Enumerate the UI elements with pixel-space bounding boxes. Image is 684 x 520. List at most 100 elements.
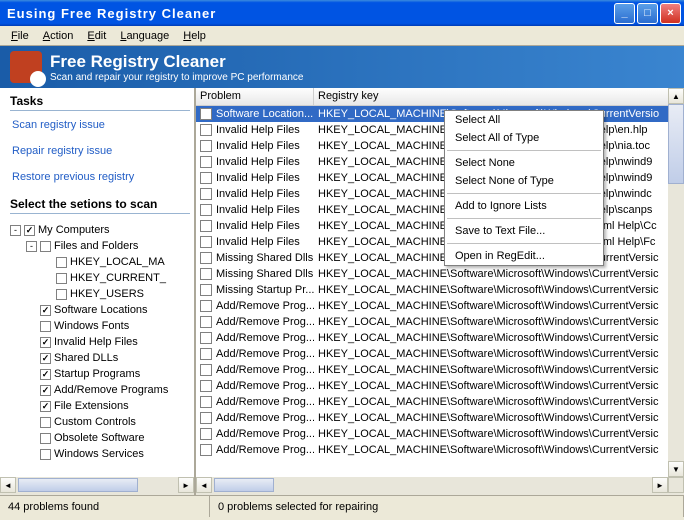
row-checkbox[interactable] [200,332,212,344]
menu-action[interactable]: Action [36,28,81,44]
tree-checkbox[interactable] [40,353,51,364]
list-row[interactable]: Missing Shared DllsHKEY_LOCAL_MACHINE\So… [196,250,684,266]
minimize-button[interactable]: _ [614,3,635,24]
row-checkbox[interactable] [200,348,212,360]
row-checkbox[interactable] [200,204,212,216]
tree-item[interactable]: Windows Fonts [10,318,190,334]
tree-checkbox[interactable] [40,337,51,348]
tree-expander-icon[interactable]: - [10,225,21,236]
maximize-button[interactable]: □ [637,3,658,24]
task-link[interactable]: Restore previous registry [12,171,190,183]
scroll-up-icon[interactable]: ▲ [668,88,684,104]
tree-checkbox[interactable] [40,385,51,396]
horizontal-scrollbar[interactable]: ◄ ► [196,477,684,495]
list-row[interactable]: Missing Startup Pr...HKEY_LOCAL_MACHINE\… [196,282,684,298]
tree-checkbox[interactable] [56,289,67,300]
menu-file[interactable]: File [4,28,36,44]
col-problem[interactable]: Problem [196,88,314,105]
tree-item[interactable]: HKEY_CURRENT_ [10,270,190,286]
list-row[interactable]: Invalid Help FilesHKEY_LOCAL_MACHINE\Sof… [196,154,684,170]
row-checkbox[interactable] [200,252,212,264]
context-menu-item[interactable]: Select All [445,111,603,129]
scroll-left-icon[interactable]: ◄ [0,477,16,493]
row-checkbox[interactable] [200,268,212,280]
list-row[interactable]: Invalid Help FilesHKEY_LOCAL_MACHINE\Sof… [196,138,684,154]
task-link[interactable]: Repair registry issue [12,145,190,157]
tree-checkbox[interactable] [40,241,51,252]
row-checkbox[interactable] [200,428,212,440]
context-menu-item[interactable]: Select None of Type [445,172,603,190]
menu-language[interactable]: Language [113,28,176,44]
tree-item[interactable]: HKEY_USERS [10,286,190,302]
titlebar[interactable]: Eusing Free Registry Cleaner _ □ × [0,0,684,26]
close-button[interactable]: × [660,3,681,24]
tree-expander-icon[interactable]: - [26,241,37,252]
tree-item[interactable]: Software Locations [10,302,190,318]
tree-item[interactable]: File Extensions [10,398,190,414]
row-checkbox[interactable] [200,156,212,168]
list-row[interactable]: Software Location...HKEY_LOCAL_MACHINE\S… [196,106,684,122]
scroll-thumb[interactable] [18,478,138,492]
row-checkbox[interactable] [200,284,212,296]
list-row[interactable]: Invalid Help FilesHKEY_LOCAL_MACHINE\Sof… [196,170,684,186]
row-checkbox[interactable] [200,220,212,232]
tree-checkbox[interactable] [40,305,51,316]
tree-item[interactable]: Add/Remove Programs [10,382,190,398]
context-menu-item[interactable]: Save to Text File... [445,222,603,240]
context-menu-item[interactable]: Add to Ignore Lists [445,197,603,215]
list-row[interactable]: Invalid Help FilesHKEY_LOCAL_MACHINE\Sof… [196,122,684,138]
tree-item[interactable]: Windows Services [10,446,190,462]
scroll-right-icon[interactable]: ► [178,477,194,493]
list-row[interactable]: Add/Remove Prog...HKEY_LOCAL_MACHINE\Sof… [196,426,684,442]
tree-checkbox[interactable] [24,225,35,236]
list-row[interactable]: Invalid Help FilesHKEY_LOCAL_MACHINE\Sof… [196,234,684,250]
list-row[interactable]: Add/Remove Prog...HKEY_LOCAL_MACHINE\Sof… [196,410,684,426]
tree-checkbox[interactable] [40,449,51,460]
row-checkbox[interactable] [200,236,212,248]
list-row[interactable]: Invalid Help FilesHKEY_LOCAL_MACHINE\Sof… [196,202,684,218]
vertical-scrollbar[interactable]: ▲ ▼ [668,88,684,477]
tree-checkbox[interactable] [40,321,51,332]
tree-item[interactable]: Invalid Help Files [10,334,190,350]
tree-item[interactable]: HKEY_LOCAL_MA [10,254,190,270]
tree-item[interactable]: -Files and Folders [10,238,190,254]
task-link[interactable]: Scan registry issue [12,119,190,131]
tree-checkbox[interactable] [56,273,67,284]
tree-checkbox[interactable] [56,257,67,268]
list-row[interactable]: Add/Remove Prog...HKEY_LOCAL_MACHINE\Sof… [196,394,684,410]
tree-checkbox[interactable] [40,417,51,428]
scroll-thumb[interactable] [214,478,274,492]
list-row[interactable]: Add/Remove Prog...HKEY_LOCAL_MACHINE\Sof… [196,330,684,346]
left-scrollbar[interactable]: ◄ ► [0,477,194,495]
tree-checkbox[interactable] [40,369,51,380]
row-checkbox[interactable] [200,316,212,328]
row-checkbox[interactable] [200,412,212,424]
row-checkbox[interactable] [200,364,212,376]
scroll-right-icon[interactable]: ► [652,477,668,493]
tree-item[interactable]: -My Computers [10,222,190,238]
list-row[interactable]: Missing Shared DllsHKEY_LOCAL_MACHINE\So… [196,266,684,282]
list-row[interactable]: Add/Remove Prog...HKEY_LOCAL_MACHINE\Sof… [196,378,684,394]
row-checkbox[interactable] [200,396,212,408]
row-checkbox[interactable] [200,172,212,184]
scroll-down-icon[interactable]: ▼ [668,461,684,477]
context-menu-item[interactable]: Select All of Type [445,129,603,147]
menu-edit[interactable]: Edit [80,28,113,44]
tree-item[interactable]: Startup Programs [10,366,190,382]
tree-checkbox[interactable] [40,433,51,444]
list-row[interactable]: Add/Remove Prog...HKEY_LOCAL_MACHINE\Sof… [196,314,684,330]
row-checkbox[interactable] [200,300,212,312]
context-menu-item[interactable]: Select None [445,154,603,172]
tree-item[interactable]: Shared DLLs [10,350,190,366]
scroll-left-icon[interactable]: ◄ [196,477,212,493]
context-menu-item[interactable]: Open in RegEdit... [445,247,603,265]
list-row[interactable]: Add/Remove Prog...HKEY_LOCAL_MACHINE\Sof… [196,362,684,378]
menu-help[interactable]: Help [176,28,213,44]
list-row[interactable]: Add/Remove Prog...HKEY_LOCAL_MACHINE\Sof… [196,442,684,458]
row-checkbox[interactable] [200,380,212,392]
row-checkbox[interactable] [200,188,212,200]
tree-item[interactable]: Custom Controls [10,414,190,430]
list-row[interactable]: Invalid Help FilesHKEY_LOCAL_MACHINE\Sof… [196,218,684,234]
row-checkbox[interactable] [200,444,212,456]
col-registry-key[interactable]: Registry key [314,88,684,105]
